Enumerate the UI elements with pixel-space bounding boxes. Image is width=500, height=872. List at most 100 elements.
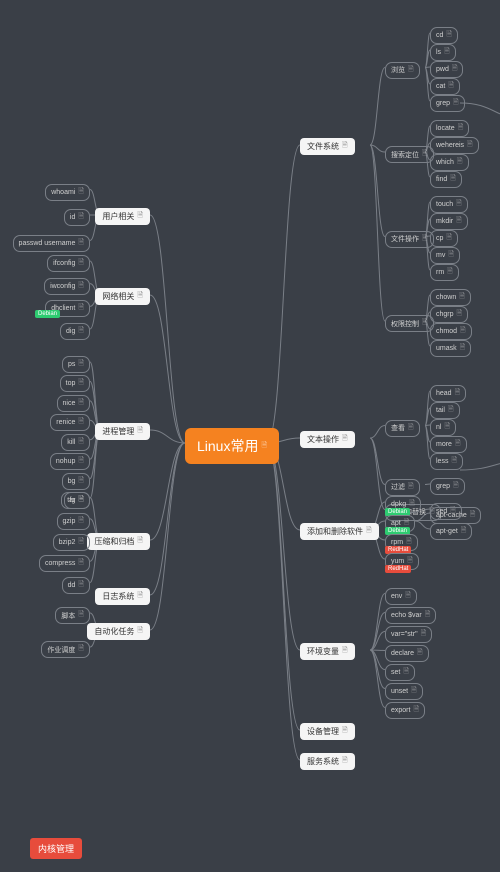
leaf-chgrp[interactable]: chgrp🗎	[430, 306, 468, 323]
leaf-whoami[interactable]: whoami🗎	[45, 184, 90, 201]
branch-环境变量[interactable]: 环境变量🗎	[300, 643, 355, 660]
note-icon: 🗎	[78, 398, 84, 409]
note-icon: 🗎	[444, 47, 450, 58]
leaf-renice[interactable]: renice🗎	[50, 414, 90, 431]
group-查看-label: 查看	[391, 423, 405, 433]
leaf-grep[interactable]: grep🗎	[430, 95, 465, 112]
branch-日志系统[interactable]: 日志系统🗎	[95, 588, 150, 605]
leaf-set-label: set	[391, 669, 400, 676]
leaf-id[interactable]: id🗎	[64, 209, 90, 226]
leaf-nl[interactable]: nl🗎	[430, 419, 456, 436]
leaf-ls[interactable]: ls🗎	[430, 44, 456, 61]
leaf-apt-cache[interactable]: apt-cache🗎	[430, 507, 481, 524]
group-权限控制[interactable]: 权限控制🗎	[385, 315, 434, 332]
leaf-ps[interactable]: ps🗎	[62, 356, 90, 373]
leaf-env[interactable]: env🗎	[385, 588, 417, 605]
leaf-more[interactable]: more🗎	[430, 436, 467, 453]
leaf-mv[interactable]: mv🗎	[430, 247, 460, 264]
root-node-label: Linux常用	[197, 436, 258, 456]
leaf-tar[interactable]: tar🗎	[61, 492, 90, 509]
leaf-export-label: export	[391, 707, 410, 714]
note-icon: 🗎	[137, 591, 143, 602]
leaf-touch[interactable]: touch🗎	[430, 196, 468, 213]
leaf-dpkg-label: dpkg	[391, 501, 406, 508]
leaf-nice[interactable]: nice🗎	[57, 395, 90, 412]
leaf-ifconfig[interactable]: ifconfig🗎	[47, 255, 90, 272]
leaf-echo $var[interactable]: echo $var🗎	[385, 607, 436, 624]
floating-tag-kernel[interactable]: 内核管理	[30, 838, 82, 859]
leaf-apt-get[interactable]: apt-get🗎	[430, 523, 472, 540]
group-浏览[interactable]: 浏览🗎	[385, 62, 420, 79]
leaf-yum-label: yum	[391, 558, 404, 565]
leaf-cp[interactable]: cp🗎	[430, 230, 458, 247]
leaf-locate-label: locate	[436, 125, 455, 132]
note-icon: 🗎	[461, 526, 467, 537]
note-icon: 🗎	[78, 558, 84, 569]
leaf-less[interactable]: less🗎	[430, 453, 463, 470]
leaf-cd[interactable]: cd🗎	[430, 27, 458, 44]
leaf-chown[interactable]: chown🗎	[430, 289, 471, 306]
leaf-kill-label: kill	[67, 439, 75, 446]
leaf-locate[interactable]: locate🗎	[430, 120, 469, 137]
leaf-bzip2[interactable]: bzip2🗎	[53, 534, 90, 551]
branch-自动化任务[interactable]: 自动化任务🗎	[87, 623, 150, 640]
leaf-iwconfig[interactable]: iwconfig🗎	[44, 278, 90, 295]
leaf-dd-label: dd	[68, 582, 76, 589]
leaf-作业调度[interactable]: 作业调度🗎	[41, 641, 90, 658]
leaf-which-label: which	[436, 159, 454, 166]
group-查看[interactable]: 查看🗎	[385, 420, 420, 437]
leaf-find[interactable]: find🗎	[430, 171, 462, 188]
leaf-which[interactable]: which🗎	[430, 154, 469, 171]
leaf-tar-label: tar	[67, 497, 75, 504]
leaf-bg[interactable]: bg🗎	[62, 473, 90, 490]
leaf-declare[interactable]: declare🗎	[385, 645, 429, 662]
group-过滤[interactable]: 过滤🗎	[385, 479, 420, 496]
branch-压缩和归档[interactable]: 压缩和归档🗎	[87, 533, 150, 550]
leaf-compress[interactable]: compress🗎	[39, 555, 90, 572]
branch-文件系统[interactable]: 文件系统🗎	[300, 138, 355, 155]
leaf-chmod[interactable]: chmod🗎	[430, 323, 472, 340]
leaf-mkdir[interactable]: mkdir🗎	[430, 213, 468, 230]
branch-进程管理[interactable]: 进程管理🗎	[95, 423, 150, 440]
leaf-kill[interactable]: kill🗎	[61, 434, 90, 451]
branch-设备管理[interactable]: 设备管理🗎	[300, 723, 355, 740]
leaf-grep[interactable]: grep🗎	[430, 478, 465, 495]
note-icon: 🗎	[417, 648, 423, 659]
branch-添加和删除软件-label: 添加和删除软件	[307, 526, 363, 537]
leaf-nohup[interactable]: nohup🗎	[50, 453, 90, 470]
branch-服务系统[interactable]: 服务系统🗎	[300, 753, 355, 770]
note-icon: 🗎	[78, 238, 84, 249]
leaf-set[interactable]: set🗎	[385, 664, 415, 681]
branch-文本操作[interactable]: 文本操作🗎	[300, 431, 355, 448]
leaf-dig[interactable]: dig🗎	[60, 323, 90, 340]
branch-网络相关[interactable]: 网络相关🗎	[95, 288, 150, 305]
leaf-脚本[interactable]: 脚本🗎	[55, 607, 90, 624]
leaf-tail[interactable]: tail🗎	[430, 402, 460, 419]
group-搜索定位[interactable]: 搜索定位🗎	[385, 146, 434, 163]
note-icon: 🗎	[78, 212, 84, 223]
leaf-top[interactable]: top🗎	[60, 375, 90, 392]
group-文件操作-label: 文件操作	[391, 234, 419, 244]
leaf-rm[interactable]: rm🗎	[430, 264, 459, 281]
branch-添加和删除软件[interactable]: 添加和删除软件🗎	[300, 523, 379, 540]
leaf-dd[interactable]: dd🗎	[62, 577, 90, 594]
branch-用户相关[interactable]: 用户相关🗎	[95, 208, 150, 225]
leaf-gzip[interactable]: gzip🗎	[57, 513, 90, 530]
leaf-head[interactable]: head🗎	[430, 385, 466, 402]
leaf-unset[interactable]: unset🗎	[385, 683, 423, 700]
note-icon: 🗎	[448, 81, 454, 92]
leaf-passwd username[interactable]: passwd username🗎	[13, 235, 90, 252]
leaf-var="str"[interactable]: var="str"🗎	[385, 626, 432, 643]
group-文件操作[interactable]: 文件操作🗎	[385, 231, 434, 248]
leaf-umask[interactable]: umask🗎	[430, 340, 471, 357]
leaf-dig-label: dig	[66, 328, 75, 335]
leaf-cat[interactable]: cat🗎	[430, 78, 460, 95]
note-icon: 🗎	[408, 423, 414, 434]
leaf-gzip-label: gzip	[63, 518, 76, 525]
root-node[interactable]: Linux常用🗎	[185, 428, 279, 464]
leaf-wehereis[interactable]: wehereis🗎	[430, 137, 479, 154]
leaf-export[interactable]: export🗎	[385, 702, 425, 719]
leaf-top-label: top	[66, 380, 76, 387]
leaf-pwd[interactable]: pwd🗎	[430, 61, 463, 78]
platform-tag: RedHat	[385, 565, 411, 573]
